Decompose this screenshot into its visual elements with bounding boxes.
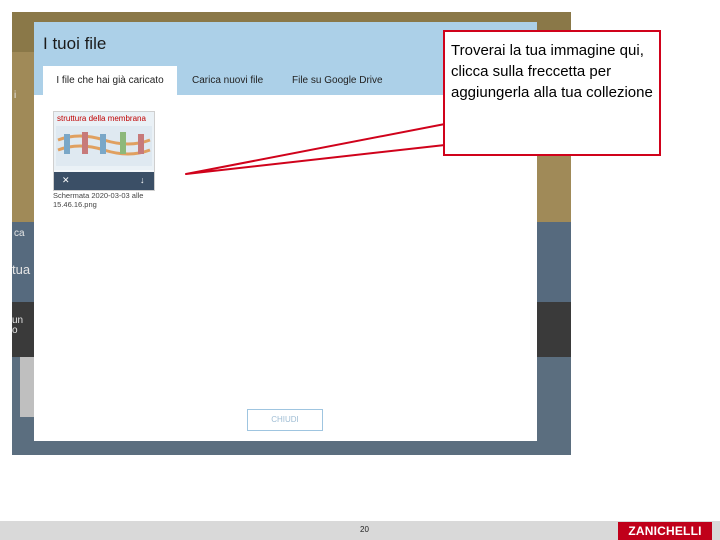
slide-footer: 20 [0, 521, 720, 540]
tab-uploaded-files[interactable]: I file che hai già caricato [43, 66, 177, 95]
file-actions-bar: ✕ ↓ [54, 172, 154, 190]
page-number: 20 [360, 525, 369, 534]
modal-title: I tuoi file [43, 34, 107, 53]
file-thumbnail-title: struttura della membrana [57, 114, 146, 123]
background-text: ca [14, 228, 25, 239]
close-button[interactable]: CHIUDI [247, 409, 323, 431]
zanichelli-logo: ZANICHELLI [618, 522, 712, 540]
callout-text: Troverai la tua immagine qui, clicca sul… [451, 42, 653, 101]
file-name: Schermata 2020-03-03 alle 15.46.16.png [53, 191, 144, 209]
file-card[interactable]: struttura della membrana ✕ ↓ [53, 111, 155, 191]
tab-google-drive[interactable]: File su Google Drive [292, 66, 402, 95]
tab-upload-new-files[interactable]: Carica nuovi file [192, 66, 272, 95]
delete-icon[interactable]: ✕ [62, 175, 70, 186]
background-text: tua [12, 262, 31, 277]
callout-box: Troverai la tua immagine qui, clicca sul… [443, 30, 661, 156]
background-text: o [12, 325, 18, 336]
background-text: i [14, 90, 17, 101]
download-arrow-icon[interactable]: ↓ [140, 175, 145, 185]
